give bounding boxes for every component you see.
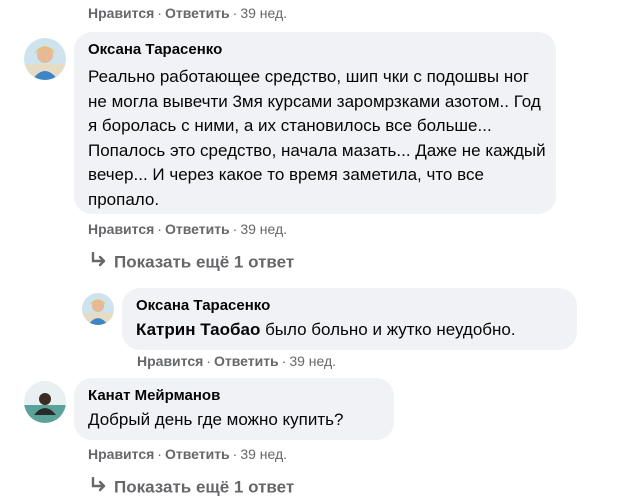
comment-actions: Нравится · Ответить · 39 нед. [88, 446, 288, 462]
reply-author[interactable]: Оксана Тарасенко [136, 297, 270, 314]
comment-actions: Нравится · Ответить · 39 нед. [88, 5, 288, 21]
timestamp[interactable]: 39 нед. [240, 5, 287, 21]
reply-link[interactable]: Ответить [165, 221, 230, 237]
comment-bubble: Оксана Тарасенко Реально работающее сред… [74, 32, 556, 214]
avatar[interactable] [24, 38, 66, 80]
like-link[interactable]: Нравится [137, 353, 203, 369]
like-link[interactable]: Нравится [88, 221, 154, 237]
comment-actions: Нравится · Ответить · 39 нед. [88, 221, 288, 237]
timestamp[interactable]: 39 нед. [289, 353, 336, 369]
timestamp[interactable]: 39 нед. [240, 446, 287, 462]
reply-link[interactable]: Ответить [165, 446, 230, 462]
avatar[interactable] [82, 293, 114, 325]
comment-author[interactable]: Оксана Тарасенко [88, 41, 222, 58]
reply-text: Катрин Таобао было больно и жутко неудоб… [136, 320, 516, 339]
view-more-replies[interactable]: Показать ещё 1 ответ [90, 476, 294, 498]
reply-arrow-icon [90, 476, 108, 498]
comment-bubble: Канат Мейрманов Добрый день где можно ку… [74, 378, 394, 440]
reply-arrow-icon [90, 251, 108, 273]
avatar[interactable] [24, 381, 66, 423]
reply-link[interactable]: Ответить [214, 353, 279, 369]
like-link[interactable]: Нравится [88, 5, 154, 21]
timestamp[interactable]: 39 нед. [240, 221, 287, 237]
like-link[interactable]: Нравится [88, 446, 154, 462]
mention-link[interactable]: Катрин Таобао [136, 320, 260, 339]
reply-bubble: Оксана Тарасенко Катрин Таобао было боль… [122, 288, 577, 350]
comment-author[interactable]: Канат Мейрманов [88, 387, 220, 404]
comment-text: Реально работающее средство, шип чки с п… [88, 67, 546, 209]
reply-actions: Нравится · Ответить · 39 нед. [137, 353, 337, 369]
comment-text: Добрый день где можно купить? [88, 410, 344, 429]
view-more-replies[interactable]: Показать ещё 1 ответ [90, 251, 294, 273]
reply-link[interactable]: Ответить [165, 5, 230, 21]
